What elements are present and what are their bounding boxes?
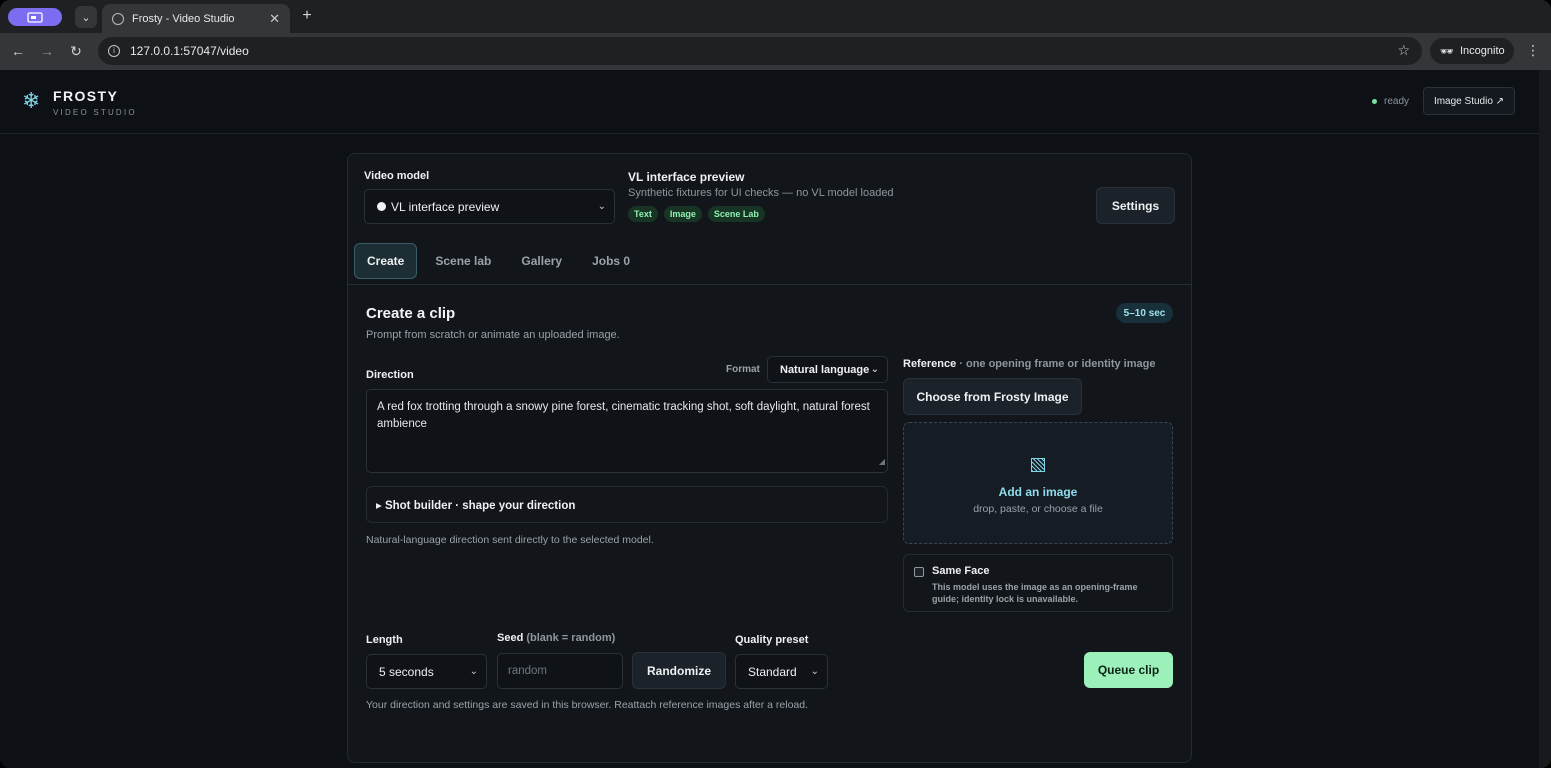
direction-note: Natural-language direction sent directly… (366, 534, 654, 546)
model-info-description: Synthetic fixtures for UI checks — no VL… (628, 187, 894, 199)
brand-name: FROSTY (53, 88, 119, 104)
app-root: ❄ FROSTY VIDEO STUDIO ready Image Studio… (0, 70, 1539, 768)
capability-chip: Image (663, 206, 702, 222)
tab-search-button[interactable]: ⌄ (75, 6, 97, 28)
direction-label: Direction (366, 369, 414, 381)
seed-hint: (blank = random) (523, 632, 616, 644)
length-value: 5 seconds (379, 664, 434, 679)
format-value: Natural language (780, 363, 870, 376)
image-icon (1031, 458, 1045, 472)
quality-label: Quality preset (735, 634, 809, 646)
dropzone-title[interactable]: Add an image (904, 485, 1172, 499)
studio-card: Video model VL interface preview ⌄ VL in… (347, 153, 1192, 763)
settings-button[interactable]: Settings (1096, 187, 1175, 224)
url-text[interactable]: 127.0.0.1:57047/video (130, 44, 249, 58)
address-bar[interactable]: i 127.0.0.1:57047/video ☆ (98, 37, 1422, 65)
format-select[interactable]: Natural language ⌄ (767, 356, 888, 383)
new-tab-button[interactable]: + (298, 6, 316, 26)
duration-badge: 5–10 sec (1116, 303, 1173, 323)
image-dropzone[interactable]: Add an image drop, paste, or choose a fi… (903, 422, 1173, 544)
persistence-note: Your direction and settings are saved in… (366, 699, 809, 711)
incognito-label: Incognito (1459, 45, 1505, 57)
same-face-option: Same Face This model uses the image as a… (903, 554, 1173, 612)
reference-heading: Reference · one opening frame or identit… (903, 358, 1155, 370)
globe-icon (112, 12, 124, 25)
tab-divider (348, 284, 1191, 285)
reference-title: Reference (903, 358, 957, 370)
snowflake-icon: ❄ (22, 88, 41, 113)
model-capability-chips: Text Image Scene Lab (628, 206, 765, 222)
chevron-down-icon: ⌄ (870, 363, 879, 375)
capability-chip: Scene Lab (707, 206, 765, 222)
bookmark-star-icon[interactable]: ☆ (1397, 42, 1410, 59)
browser-window: ⌄ Frosty - Video Studio ✕ + ← → ↻ i 127.… (0, 0, 1551, 768)
seed-input[interactable]: random (497, 653, 623, 689)
profile-icon (27, 11, 43, 23)
randomize-button[interactable]: Randomize (632, 652, 726, 689)
direction-text[interactable]: A red fox trotting through a snowy pine … (377, 401, 870, 430)
seed-label-text: Seed (497, 632, 524, 644)
browser-tab[interactable]: Frosty - Video Studio ✕ (102, 4, 290, 33)
same-face-description: This model uses the image as an opening-… (932, 582, 1138, 604)
seed-label: Seed (blank = random) (497, 632, 615, 644)
chevron-down-icon: ⌄ (469, 665, 478, 677)
same-face-checkbox[interactable] (914, 567, 924, 577)
shot-builder-toggle[interactable]: ▸ Shot builder · shape your direction (366, 486, 888, 523)
studio-tabs: Create Scene lab Gallery Jobs 0 (354, 243, 648, 279)
page-scrollbar[interactable] (1539, 70, 1551, 768)
status-dot-icon (1372, 99, 1377, 104)
chevron-down-icon: ⌄ (81, 11, 91, 24)
direction-textarea[interactable]: A red fox trotting through a snowy pine … (366, 389, 888, 473)
chevron-down-icon: ⌄ (810, 665, 819, 677)
site-info-icon[interactable]: i (108, 45, 120, 57)
page-subtitle: Prompt from scratch or animate an upload… (366, 329, 620, 341)
model-bullet-icon (377, 202, 386, 211)
browser-toolbar: ← → ↻ i 127.0.0.1:57047/video ☆ 🕶 Incogn… (0, 33, 1551, 70)
tab-strip: ⌄ Frosty - Video Studio ✕ + (0, 0, 1551, 33)
quality-value: Standard (748, 664, 797, 679)
page-title: Create a clip (366, 305, 456, 322)
queue-clip-button[interactable]: Queue clip (1084, 652, 1173, 688)
reload-icon[interactable]: ↻ (67, 42, 85, 60)
model-info-title: VL interface preview (628, 170, 745, 184)
browser-menu-icon[interactable]: ⋮ (1526, 42, 1540, 60)
profile-button[interactable] (8, 8, 62, 26)
status-indicator: ready (1372, 96, 1409, 107)
length-label: Length (366, 634, 403, 646)
status-text: ready (1384, 96, 1410, 107)
tab-gallery[interactable]: Gallery (509, 243, 574, 279)
tab-scene-lab[interactable]: Scene lab (423, 243, 503, 279)
chevron-down-icon: ⌄ (597, 200, 606, 212)
forward-icon[interactable]: → (38, 42, 56, 60)
video-model-select[interactable]: VL interface preview ⌄ (364, 189, 615, 224)
capability-chip: Text (628, 206, 658, 222)
tab-title: Frosty - Video Studio (132, 12, 235, 25)
video-model-value: VL interface preview (391, 199, 500, 214)
image-studio-link[interactable]: Image Studio ↗ (1423, 87, 1515, 115)
length-select[interactable]: 5 seconds ⌄ (366, 654, 487, 689)
seed-placeholder: random (508, 665, 547, 677)
close-icon[interactable]: ✕ (269, 11, 280, 27)
brand-subtitle: VIDEO STUDIO (53, 108, 137, 117)
video-model-label: Video model (364, 170, 430, 182)
app-header: ❄ FROSTY VIDEO STUDIO ready Image Studio… (0, 70, 1539, 134)
reference-hint: · one opening frame or identity image (956, 358, 1156, 370)
format-label: Format (726, 364, 760, 375)
tab-create[interactable]: Create (354, 243, 418, 279)
incognito-indicator[interactable]: 🕶 Incognito (1430, 38, 1514, 64)
incognito-icon: 🕶 (1440, 45, 1454, 58)
tab-jobs[interactable]: Jobs 0 (580, 243, 642, 279)
same-face-title: Same Face (932, 565, 990, 577)
resize-handle-icon[interactable]: ◢ (879, 453, 885, 470)
choose-from-frosty-image-button[interactable]: Choose from Frosty Image (903, 378, 1082, 415)
quality-select[interactable]: Standard ⌄ (735, 654, 828, 689)
back-icon[interactable]: ← (9, 42, 27, 60)
dropzone-subtitle: drop, paste, or choose a file (973, 503, 1103, 515)
